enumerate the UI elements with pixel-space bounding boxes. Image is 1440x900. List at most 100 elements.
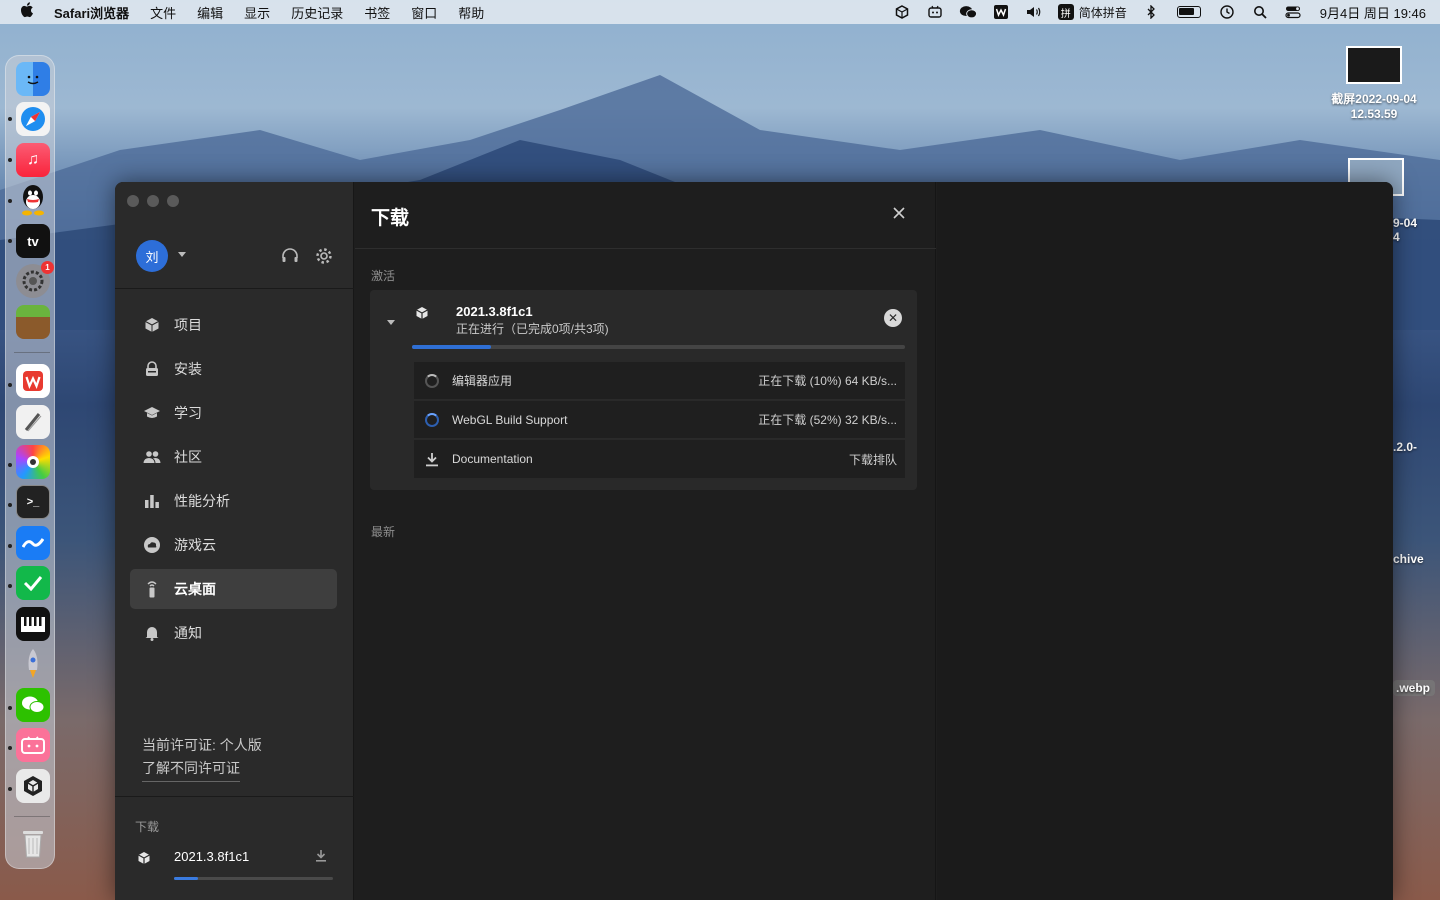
- menu-view[interactable]: 显示: [244, 3, 270, 22]
- todo-check-icon[interactable]: [16, 566, 50, 600]
- menu-edit[interactable]: 编辑: [197, 3, 223, 22]
- rocket-app-icon[interactable]: [16, 647, 50, 681]
- subitem-status: 正在下载 (10%) 64 KB/s...: [758, 374, 897, 388]
- close-icon[interactable]: [889, 203, 909, 223]
- people-icon: [143, 448, 161, 466]
- time-machine-icon[interactable]: [1218, 5, 1236, 19]
- script-editor-icon[interactable]: [16, 405, 50, 439]
- downloads-panel-title: 下载: [371, 208, 410, 229]
- apple-icon[interactable]: [20, 2, 38, 22]
- nav-item-profiler[interactable]: 性能分析: [130, 481, 337, 521]
- dock-running-dot: [8, 199, 12, 203]
- menu-history[interactable]: 历史记录: [291, 3, 343, 22]
- piano-icon[interactable]: [16, 607, 50, 641]
- menu-bookmarks[interactable]: 书签: [364, 3, 390, 22]
- download-arrow-icon: [315, 849, 327, 865]
- unity-status-icon[interactable]: [893, 5, 911, 19]
- dock-running-dot: [8, 544, 12, 548]
- robot-status-icon[interactable]: [926, 5, 944, 19]
- dock-running-dot: [8, 706, 12, 710]
- system-settings-icon[interactable]: 1: [16, 261, 54, 298]
- qq-icon[interactable]: [16, 183, 50, 217]
- downloads-panel-header: 下载: [355, 182, 936, 249]
- menu-file[interactable]: 文件: [150, 3, 176, 22]
- menu-window[interactable]: 窗口: [411, 3, 437, 22]
- nav-item-notifications[interactable]: 通知: [130, 613, 337, 653]
- menubar-clock[interactable]: 9月4日 周日 19:46: [1320, 3, 1426, 22]
- battery-icon[interactable]: [1175, 5, 1203, 19]
- menu-help[interactable]: 帮助: [458, 3, 484, 22]
- nav-item-label: 通知: [174, 625, 202, 641]
- dock-separator: [14, 816, 50, 817]
- subitem-name: WebGL Build Support: [452, 412, 568, 427]
- subitem-name: 编辑器应用: [452, 374, 513, 388]
- download-card: 2021.3.8f1c1 正在进行（已完成0项/共3项) ✕ 编辑器应用 正在下…: [370, 290, 917, 490]
- nav-item-label: 学习: [174, 405, 202, 421]
- input-method-menu[interactable]: 拼 简体拼音: [1057, 4, 1127, 20]
- window-minimize-button[interactable]: [147, 195, 159, 207]
- nav-item-label: 安装: [174, 361, 202, 377]
- account-caret-icon[interactable]: [178, 252, 186, 257]
- bell-icon: [143, 624, 161, 642]
- bilibili-icon[interactable]: [16, 728, 50, 762]
- cube-icon: [143, 316, 161, 334]
- apple-tv-icon[interactable]: tv: [16, 224, 50, 258]
- dock-running-dot: [8, 746, 12, 750]
- sidebar-download-progress: [174, 877, 333, 880]
- bar-chart-icon: [143, 492, 161, 510]
- sidebar-divider: [115, 796, 354, 797]
- nav-item-label: 云桌面: [174, 581, 216, 597]
- wps-office-icon[interactable]: [16, 364, 50, 398]
- control-center-icon[interactable]: [1284, 5, 1302, 19]
- wps-status-icon[interactable]: [992, 5, 1010, 19]
- nav-item-projects[interactable]: 项目: [130, 305, 337, 345]
- finder-icon[interactable]: [16, 62, 50, 96]
- spotlight-search-icon[interactable]: [1251, 5, 1269, 19]
- menu-bar: Safari浏览器 文件 编辑 显示 历史记录 书签 窗口 帮助 拼 简体拼音: [0, 0, 1440, 24]
- dock-running-dot: [8, 463, 12, 467]
- license-status-text: 当前许可证: 个人版: [142, 737, 262, 753]
- chevron-down-icon[interactable]: [387, 320, 395, 325]
- nav-item-installs[interactable]: 安装: [130, 349, 337, 389]
- download-subitem-docs: Documentation 下载排队: [414, 440, 905, 478]
- apple-tv-label: tv: [27, 233, 39, 249]
- menu-app-name[interactable]: Safari浏览器: [54, 3, 129, 22]
- unity-logo-icon: [137, 851, 151, 865]
- unity-hub-icon[interactable]: [16, 769, 50, 803]
- nav-item-game-cloud[interactable]: 游戏云: [130, 525, 337, 565]
- headset-icon[interactable]: [280, 246, 300, 266]
- nav-item-learn[interactable]: 学习: [130, 393, 337, 433]
- music-icon[interactable]: ♫: [16, 143, 50, 177]
- subitem-status: 下载排队: [848, 452, 897, 467]
- download-progress-fill: [412, 345, 491, 349]
- license-learn-link[interactable]: 了解不同许可证: [142, 758, 240, 782]
- terminal-icon[interactable]: >_: [16, 485, 50, 519]
- trash-icon[interactable]: [16, 826, 50, 860]
- lark-icon[interactable]: [16, 526, 50, 560]
- sidebar-downloads-title: 下载: [135, 820, 160, 834]
- nav-item-cloud-desktop[interactable]: 云桌面: [130, 569, 337, 609]
- wechat-icon[interactable]: [16, 688, 50, 722]
- window-close-button[interactable]: [127, 195, 139, 207]
- file-name-line1: 9-04: [1393, 216, 1418, 230]
- safari-icon[interactable]: [16, 102, 50, 136]
- loading-spinner-icon: [424, 373, 440, 389]
- ime-label: 简体拼音: [1078, 5, 1127, 20]
- dock: ♫ tv 1 >_: [5, 55, 55, 869]
- bluetooth-icon[interactable]: [1142, 5, 1160, 19]
- color-picker-icon[interactable]: [16, 445, 50, 479]
- desktop-file-screenshot[interactable]: 截屏2022-09-04 12.53.59: [1318, 46, 1430, 121]
- download-status-text: 正在进行（已完成0项/共3项): [456, 322, 609, 336]
- volume-icon[interactable]: [1025, 5, 1043, 19]
- avatar[interactable]: 刘: [136, 240, 168, 272]
- minecraft-icon[interactable]: [16, 305, 50, 339]
- cancel-download-button[interactable]: ✕: [884, 309, 902, 327]
- nav-item-community[interactable]: 社区: [130, 437, 337, 477]
- subitem-status: 正在下载 (52%) 32 KB/s...: [758, 413, 897, 427]
- window-zoom-button[interactable]: [167, 195, 179, 207]
- settings-gear-icon[interactable]: [314, 246, 334, 266]
- wechat-status-icon[interactable]: [959, 5, 977, 19]
- ime-icon: 拼: [1057, 4, 1074, 20]
- sidebar-download-name[interactable]: 2021.3.8f1c1: [174, 849, 249, 864]
- sidebar: 刘 项目 安装 学习 社区 性能分析 游戏云 云桌面 通知 当前许可证: 个人版…: [115, 182, 354, 900]
